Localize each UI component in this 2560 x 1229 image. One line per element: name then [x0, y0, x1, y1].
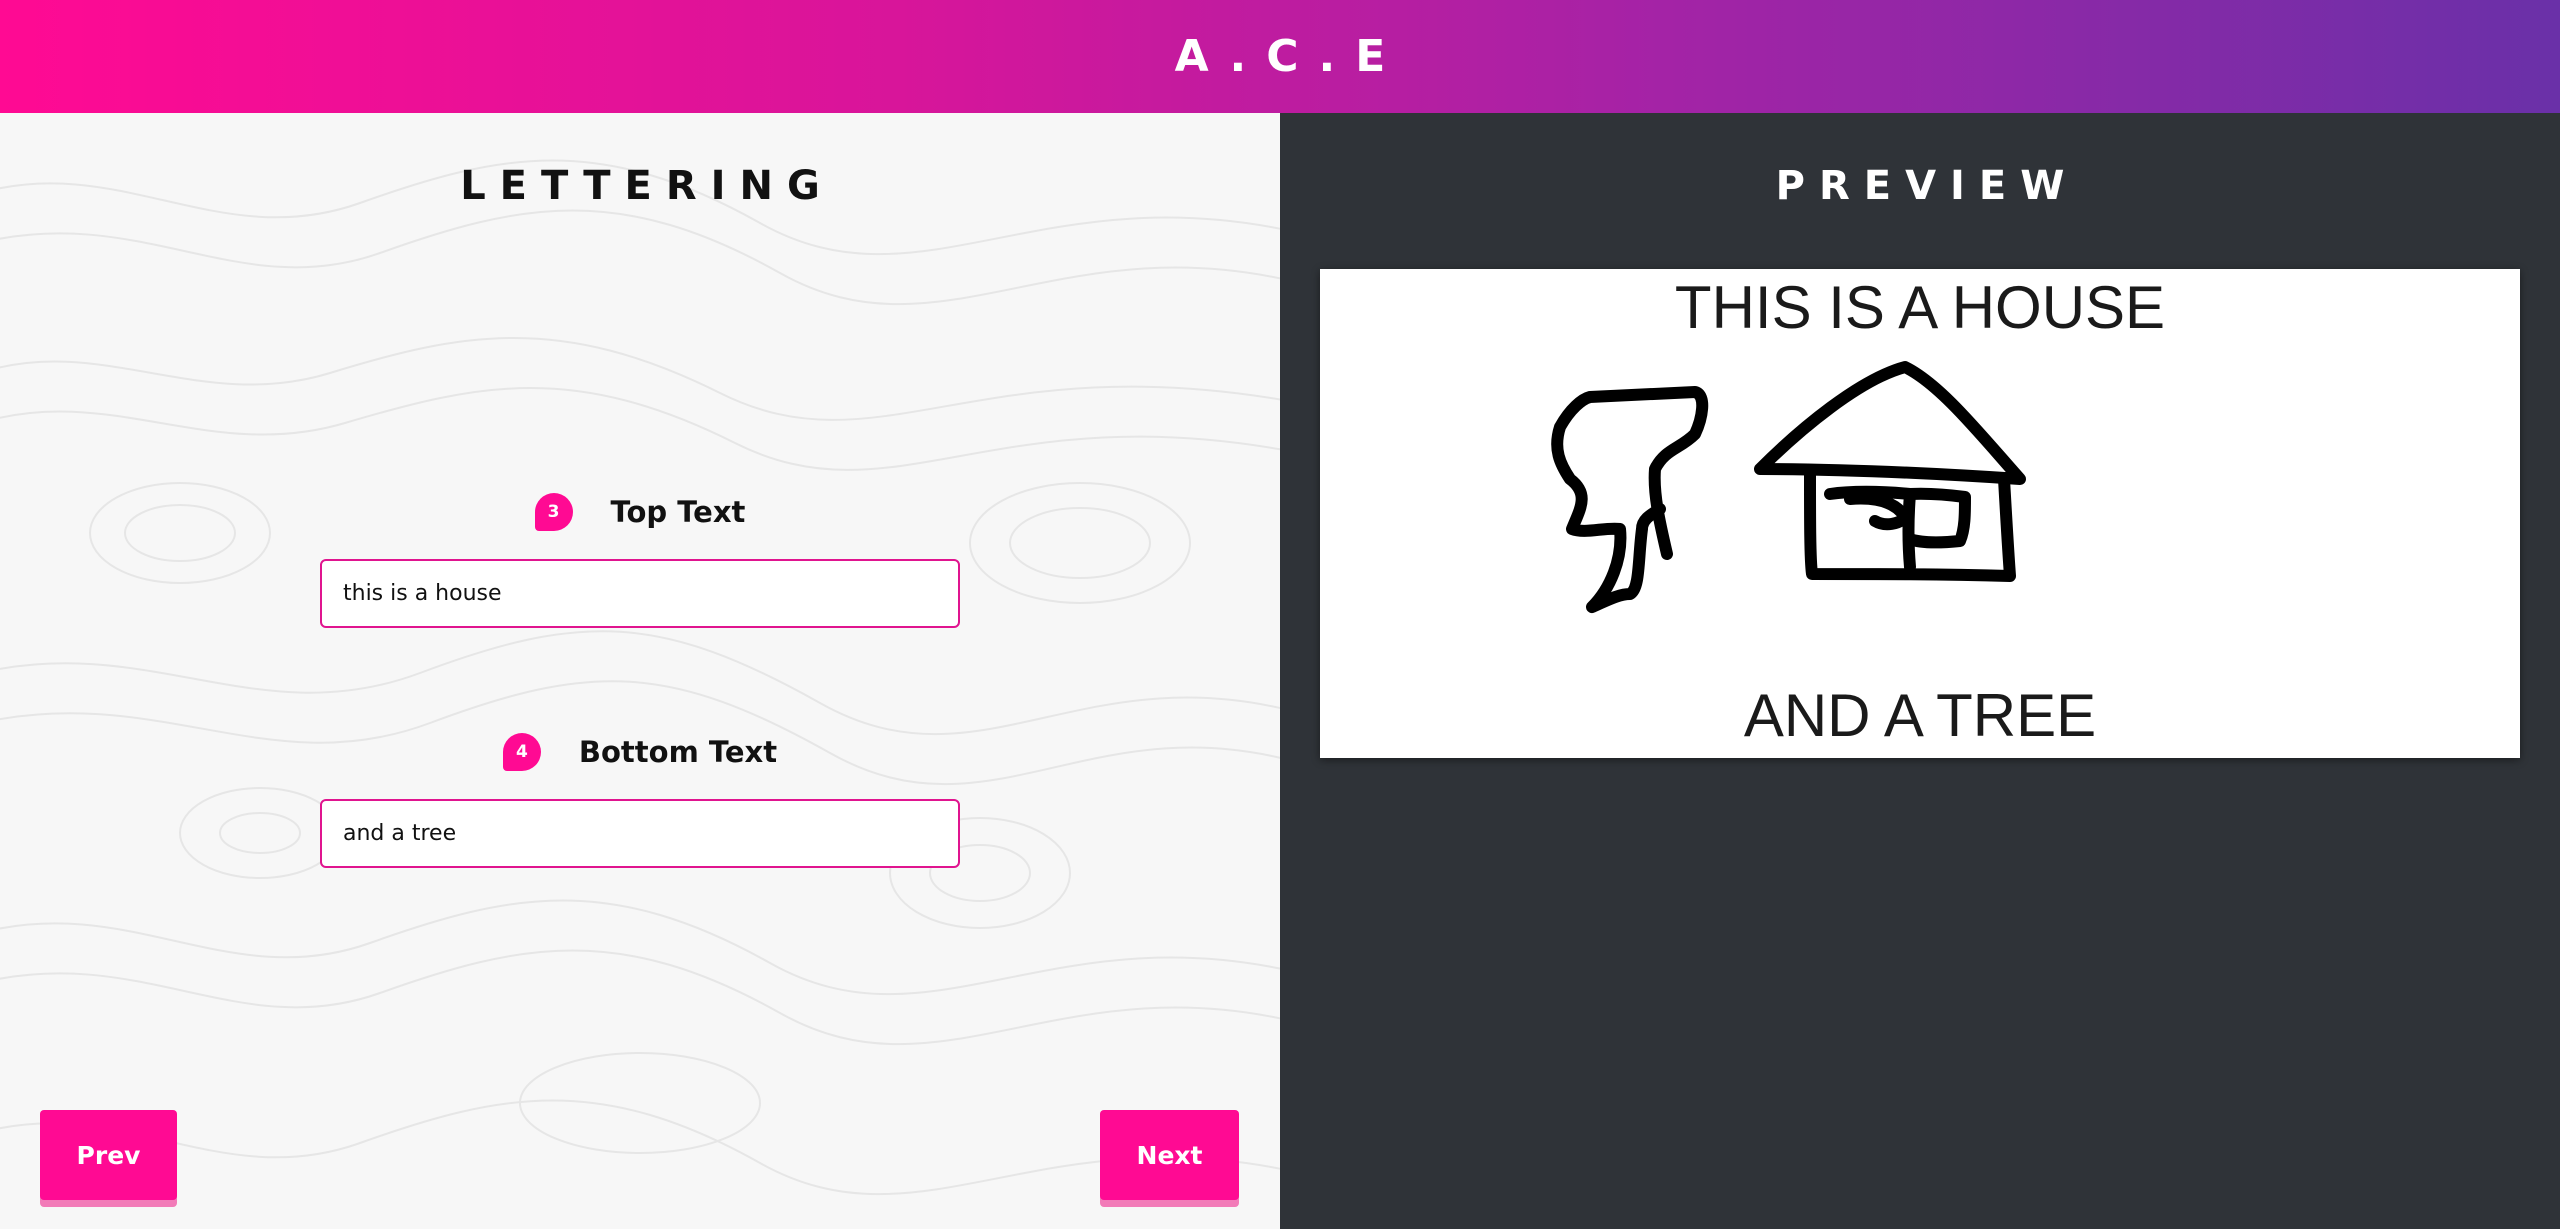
app-title: A.C.E	[1174, 31, 1406, 82]
prev-button[interactable]: Prev	[40, 1110, 177, 1200]
preview-heading: PREVIEW	[1775, 163, 2079, 209]
house-roof-drawing	[1754, 361, 2026, 485]
meme-bottom-caption: AND A TREE	[1743, 682, 2097, 749]
preview-panel: PREVIEW THIS IS A HOUSE AND A TREE	[1280, 113, 2560, 1229]
top-text-label: Top Text	[610, 495, 746, 529]
next-button[interactable]: Next	[1100, 1110, 1239, 1200]
meme-preview: THIS IS A HOUSE AND A TREE	[1320, 269, 2520, 758]
tree-drawing	[1551, 386, 1709, 613]
lettering-heading: LETTERING	[460, 163, 834, 209]
topographic-background	[0, 159, 1280, 1196]
bottom-text-label: Bottom Text	[578, 735, 778, 769]
step-badge-3: 3	[534, 493, 573, 531]
top-text-label-row: 3 Top Text	[0, 493, 1280, 531]
bottom-text-input[interactable]	[320, 799, 960, 868]
bottom-text-label-row: 4 Bottom Text	[0, 733, 1280, 771]
lettering-panel: LETTERING 3 Top Text 4 Bottom Text Prev …	[0, 113, 1280, 1229]
top-text-input[interactable]	[320, 559, 960, 628]
meme-top-caption: THIS IS A HOUSE	[1674, 274, 2166, 341]
step-badge-4: 4	[502, 733, 541, 771]
app-header: A.C.E	[0, 0, 2560, 113]
